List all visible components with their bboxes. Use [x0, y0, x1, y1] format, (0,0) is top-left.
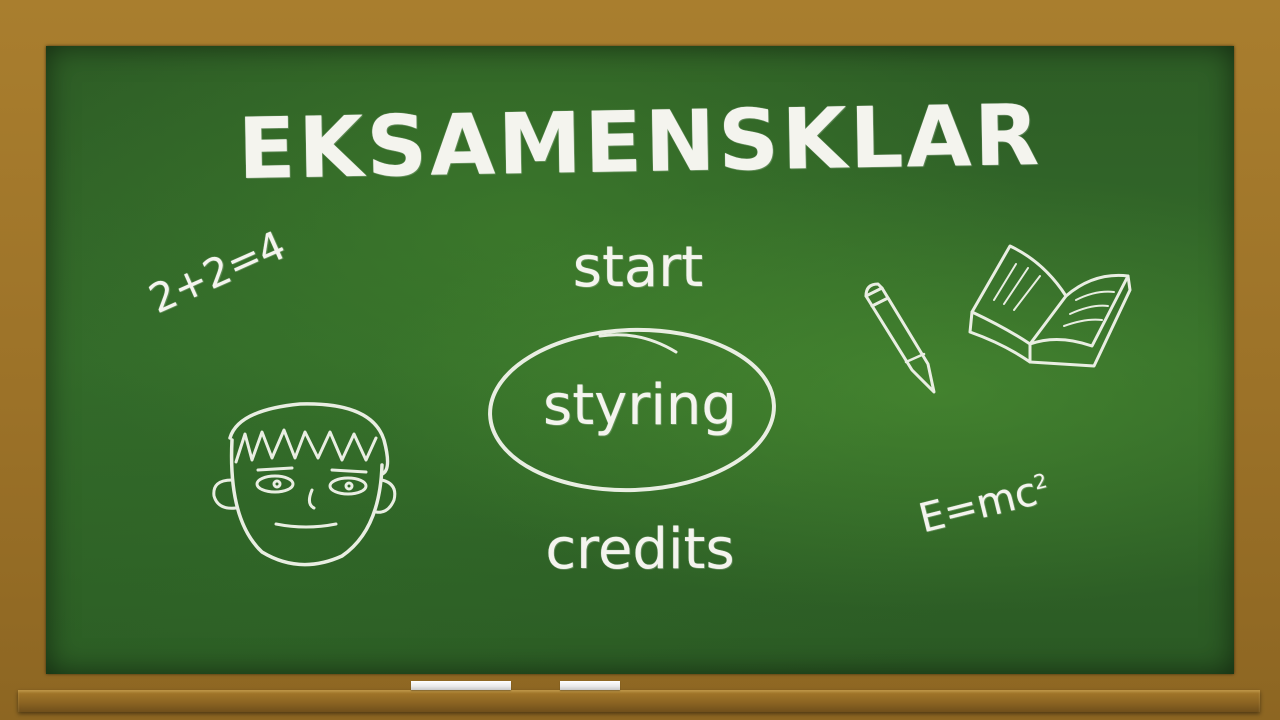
chalk-ledge [18, 690, 1260, 712]
chalk-stick-short [560, 681, 620, 690]
chalk-stick-long [411, 681, 511, 690]
menu-credits-button[interactable]: credits [0, 522, 1280, 578]
menu-styring-button[interactable]: styring [0, 378, 1280, 434]
